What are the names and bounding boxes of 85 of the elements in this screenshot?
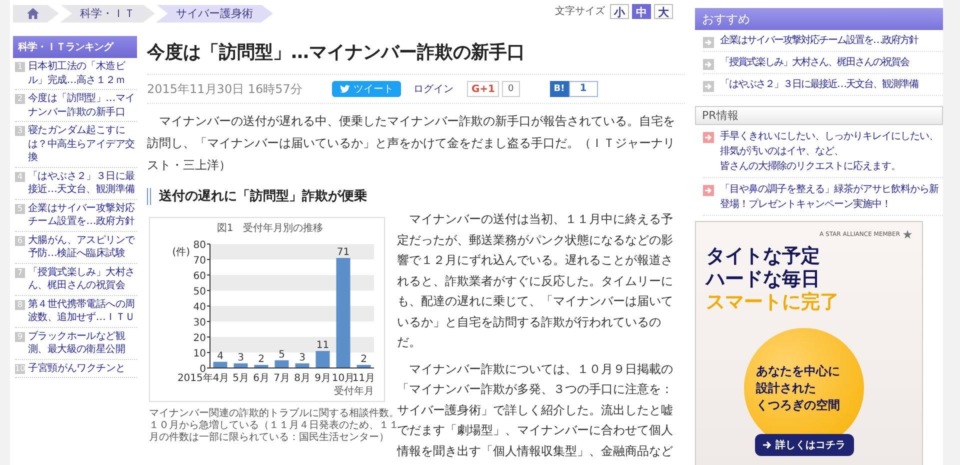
arrow-icon: [703, 132, 714, 143]
arrow-icon: [703, 59, 714, 70]
home-link[interactable]: [13, 4, 59, 22]
data-label: 4: [217, 350, 224, 362]
chart-bar: [295, 363, 310, 368]
ranking-link[interactable]: 今度は「訪問型」…マイナンバー詐欺の新手口: [28, 92, 137, 119]
ranking-link[interactable]: 「授賞式楽しみ」大村さん、梶田さんの祝賀会: [28, 266, 137, 292]
data-label: 2: [360, 354, 367, 365]
axis-tick-label: 60: [193, 271, 206, 282]
ranking-header: 科学・ＩＴランキング: [13, 36, 137, 58]
section-header: PR情報: [695, 106, 943, 125]
lead-paragraph: マイナンバーの送付が遅れる中、便乗したマイナンバー詐欺の新手口が報告されている。自宅を訪問し、「マイナンバーは届いているか」と声をかけて金をだまし盗る手口だ。（ＩＴジャーナリスト・三上洋）: [147, 113, 676, 174]
ranking-link[interactable]: 「はやぶさ２」３日に最接近…天文台、観測準備: [28, 170, 137, 196]
article-title: 今度は「訪問型」…マイナンバー詐欺の新手口: [147, 41, 526, 64]
promo-link[interactable]: 手早くきれいにしたい、しっかりキレイにしたい、排気が汚いのはイヤ、など、 皆さんの大掃除のリクエストに応えます。: [720, 129, 943, 174]
ranking-link[interactable]: 子宮頸がんワクチンと: [28, 362, 126, 375]
axis-tick-label: 6月: [253, 373, 270, 384]
arrow-icon: [762, 441, 772, 449]
star-icon: [903, 230, 912, 239]
section-heading: 送付の遅れに「訪問型」詐欺が便乗: [147, 188, 685, 205]
axis-tick-label: 50: [193, 286, 206, 298]
ad-highlight: スマートに完了: [706, 291, 840, 314]
bird-icon: [340, 85, 350, 93]
ranking-link[interactable]: 日本初工法の「木造ビル」完成…高さ１２ｍ: [28, 60, 137, 87]
bookmark-count: 1: [568, 81, 598, 97]
section-header: おすすめ: [695, 8, 943, 30]
font-size-button[interactable]: 小: [610, 4, 629, 18]
axis-tick-label: 80: [193, 240, 206, 251]
body-paragraph: マイナンバーの送付は当初、１１月中に終える予定だったが、郵送業務がパンク状態になるなどの影響で１２月にずれ込んでいる。遅れることが報道されると、詐欺業者がすぐに反応した。タイムリーにも、配達の遅れに乗じて、「マイナンバーは届いているか」と自宅を訪問する詐欺が行われているのだ。: [397, 211, 674, 351]
data-label: 3: [299, 352, 306, 364]
ranking-link[interactable]: 第４世代携帯電話への周波数、追加せず…ＩＴＵ: [28, 298, 137, 324]
axis-unit-label: (件): [172, 247, 190, 258]
ad-headline: タイトな予定 ハードな毎日: [706, 245, 821, 291]
body-paragraph: マイナンバー詐欺については、１０月９日掲載の「マイナンバー詐欺が多発、３つの手口に注意を：サイバー護身術」で詳しく紹介した。流出したと嘘でだます「劇場型」、マイナンバーに合わせて個人情報を聞き出す「個人情報収集型」、金融商品など: [397, 360, 674, 460]
axis-tick-label: 2015年4月: [177, 373, 230, 384]
google-plus-button[interactable]: G+1: [467, 81, 499, 97]
chart-bar: [234, 363, 248, 368]
arrow-icon: [703, 81, 714, 92]
font-size-label: 文字サイズ: [555, 4, 605, 18]
font-size-button[interactable]: 中: [632, 4, 651, 18]
axis-tick-label: 10月: [332, 373, 355, 384]
data-label: 3: [238, 352, 244, 364]
axis-tick-label: 9月: [314, 373, 331, 384]
axis-tick-label: 0: [200, 364, 206, 375]
publish-date: 2015年11月30日 16時57分: [147, 80, 302, 98]
axis-tick-label: 30: [193, 318, 206, 328]
share-count: 0: [502, 81, 520, 97]
axis-tick-label: 70: [193, 256, 206, 266]
axis-tick-label: 10: [193, 348, 206, 360]
ranking-link[interactable]: 大腸がん、アスピリンで予防…検証へ臨床試験: [28, 234, 137, 260]
data-label: 11: [316, 340, 330, 351]
ad-text: 設計された: [756, 380, 817, 396]
bookmark-button[interactable]: B!: [550, 81, 569, 97]
axis-tick-label: 20: [193, 333, 206, 344]
chart-bar: [254, 364, 268, 368]
data-label: 71: [336, 246, 350, 258]
recommend-link[interactable]: 「はやぶさ２」３日に最接近…天文台、観測準備: [720, 78, 918, 92]
axis-tick-label: 7月: [274, 373, 290, 384]
ranking-link[interactable]: 寝たガンダム起こすには？中高生らアイデア交換: [28, 124, 137, 164]
breadcrumb-link[interactable]: 科学・ＩＴ: [60, 4, 155, 22]
chart-title: 図1 受付年月別の推移: [216, 223, 324, 234]
breadcrumb-link[interactable]: サイバー護身術: [156, 4, 273, 22]
home-icon: [27, 8, 39, 19]
arrow-icon: [703, 37, 714, 48]
recommend-link[interactable]: 「授賞式楽しみ」大村さん、梶田さんの祝賀会: [720, 56, 909, 70]
login-link[interactable]: ログイン: [413, 82, 454, 96]
ad-text: くつろぎの空間: [756, 396, 841, 414]
chart-bar: [274, 360, 289, 368]
axis-tick-label: 5月: [232, 373, 249, 384]
data-label: 5: [278, 349, 285, 360]
ranking-link[interactable]: ブラックホールなど観測、最大級の衛星公開: [28, 330, 137, 356]
recommend-link[interactable]: 企業はサイバー攻撃対応チーム設置を…政府方針: [720, 34, 918, 48]
ranking-link[interactable]: 企業はサイバー攻撃対応チーム設置を…政府方針: [28, 202, 137, 228]
figure-caption: マイナンバー関連の詐欺的トラブルに関する相談件数。１０月から急増している（１１月４日発表のため、１１月の件数は一部に限られている：国民生活センター）: [149, 408, 399, 444]
chart-bar: [356, 364, 371, 368]
ad-button[interactable]: 詳しくはコチラ: [754, 434, 854, 456]
arrow-icon: [703, 185, 714, 196]
axis-tick-label: 8月: [294, 373, 310, 384]
axis-tick-label: 11月: [352, 373, 376, 384]
ad-text: あなたを中心に: [756, 362, 841, 380]
axis-tick-label: 40: [193, 302, 206, 313]
axis-title: 受付年月: [334, 386, 374, 397]
promo-link[interactable]: 「目や鼻の調子を整える」緑茶がアサヒ飲料から新登場！プレゼントキャンペーン実施中！: [720, 182, 943, 212]
font-size-button[interactable]: 大: [654, 4, 673, 18]
data-label: 2: [258, 354, 264, 365]
